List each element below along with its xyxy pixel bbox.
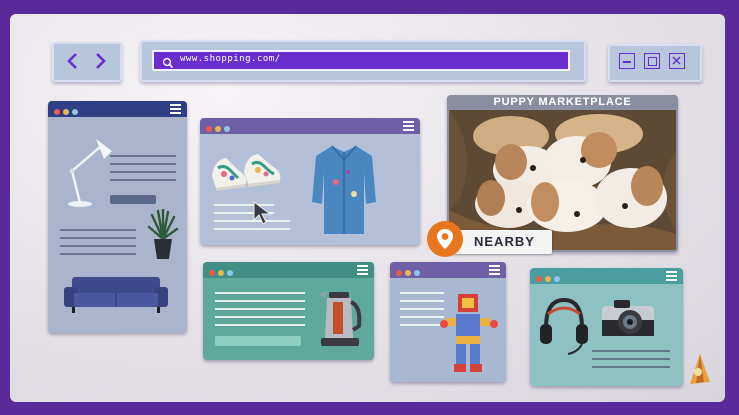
window-titlebar	[530, 268, 683, 284]
toy-listing-window[interactable]	[390, 262, 506, 382]
hamburger-menu-icon[interactable]	[170, 104, 181, 114]
headphones-image	[538, 294, 588, 356]
kettle-listing-window[interactable]	[203, 262, 374, 360]
window-titlebar	[48, 101, 187, 117]
potted-plant-image	[146, 207, 180, 261]
denim-shirt-image	[310, 142, 378, 238]
address-bar[interactable]: www.shopping.com/	[152, 50, 570, 71]
electronics-listing-window[interactable]	[530, 268, 683, 386]
chevron-right-icon[interactable]	[92, 50, 108, 72]
hamburger-menu-icon[interactable]	[666, 271, 677, 281]
hamburger-menu-icon[interactable]	[489, 265, 500, 275]
window-controls	[608, 44, 702, 82]
camera-image	[600, 298, 656, 338]
nearby-label: NEARBY	[474, 234, 535, 249]
minimize-button[interactable]	[619, 53, 635, 69]
lamp-buy-button[interactable]	[110, 195, 156, 204]
clothing-listing-window[interactable]	[200, 118, 420, 245]
window-dots	[209, 262, 236, 280]
search-icon	[162, 54, 174, 69]
maximize-button[interactable]	[644, 53, 660, 69]
window-dots	[54, 101, 81, 119]
toy-robot-image	[440, 292, 500, 376]
window-dots	[206, 118, 233, 136]
desk-lamp-image	[60, 133, 116, 209]
nav-buttons	[52, 42, 122, 82]
stage: www.shopping.com/ PUPPY MARKETPLACE NEAR…	[0, 0, 739, 415]
location-pin-icon	[426, 220, 464, 258]
window-titlebar	[203, 262, 374, 278]
corner-logo-icon	[686, 352, 712, 388]
window-titlebar	[390, 262, 506, 278]
hamburger-menu-icon[interactable]	[357, 265, 368, 275]
kettle-buy-button[interactable]	[215, 336, 301, 346]
hamburger-menu-icon[interactable]	[403, 121, 414, 131]
electric-kettle-image	[315, 286, 365, 348]
window-dots	[396, 262, 423, 280]
sneakers-image	[208, 148, 284, 198]
close-button[interactable]	[669, 53, 685, 69]
sofa-image	[62, 273, 170, 315]
furniture-listing-window[interactable]	[48, 101, 187, 333]
address-bar-frame: www.shopping.com/	[140, 40, 586, 82]
chevron-left-icon[interactable]	[65, 50, 81, 72]
puppies-photo	[449, 110, 676, 250]
window-dots	[536, 268, 563, 286]
puppy-panel-title: PUPPY MARKETPLACE	[447, 95, 678, 109]
url-text: www.shopping.com/	[180, 54, 281, 64]
cursor-arrow-icon	[252, 200, 276, 226]
puppy-marketplace-window[interactable]: PUPPY MARKETPLACE	[447, 95, 678, 252]
window-titlebar	[200, 118, 420, 134]
